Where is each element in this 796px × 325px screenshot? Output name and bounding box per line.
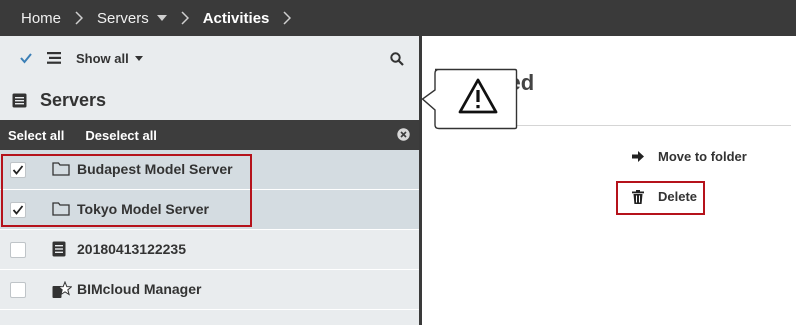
move-to-folder-button[interactable]: Move to folder: [632, 149, 747, 164]
breadcrumb-home[interactable]: Home: [21, 10, 61, 27]
selection-bar: Select all Deselect all: [0, 120, 419, 150]
row-label: BIMcloud Manager: [77, 281, 202, 297]
panel-title: Servers: [0, 80, 419, 120]
caret-down-icon[interactable]: [156, 15, 167, 21]
row-checkbox[interactable]: [10, 242, 26, 258]
check-icon[interactable]: [19, 51, 33, 65]
search-icon[interactable]: [390, 52, 404, 66]
list-filter-icon[interactable]: [47, 52, 61, 64]
manager-icon: [52, 281, 72, 299]
breadcrumb-bar: Home Servers Activities: [0, 0, 796, 36]
list-item[interactable]: BIMcloud Manager: [0, 270, 419, 310]
list-toolbar: Show all: [0, 36, 419, 80]
breadcrumb-activities[interactable]: Activities: [203, 10, 270, 27]
delete-highlight: [616, 181, 705, 215]
server-list-icon: [12, 93, 27, 108]
row-label: 20180413122235: [77, 241, 187, 257]
panel-title-label: Servers: [40, 89, 107, 110]
show-all-label: Show all: [76, 50, 129, 66]
deselect-all-button[interactable]: Deselect all: [85, 128, 157, 143]
warning-callout: [421, 67, 519, 131]
breadcrumb-servers[interactable]: Servers: [97, 10, 167, 27]
breadcrumb-home-label[interactable]: Home: [21, 10, 61, 27]
chevron-right-icon: [75, 11, 84, 25]
show-all-dropdown[interactable]: Show all: [76, 51, 143, 66]
breadcrumb-servers-label[interactable]: Servers: [97, 10, 149, 27]
chevron-right-icon: [283, 11, 292, 25]
clear-selection-icon[interactable]: [397, 128, 410, 141]
arrow-right-icon: [632, 151, 658, 162]
selected-servers-highlight: [1, 154, 252, 227]
list-item[interactable]: 20180413122235: [0, 230, 419, 270]
move-to-folder-label: Move to folder: [658, 149, 747, 164]
server-icon: [52, 241, 66, 257]
row-checkbox[interactable]: [10, 282, 26, 298]
warning-icon: [458, 78, 498, 114]
caret-down-icon: [134, 55, 143, 61]
select-all-button[interactable]: Select all: [8, 128, 64, 143]
chevron-right-icon: [181, 11, 189, 25]
breadcrumb-activities-label[interactable]: Activities: [203, 10, 270, 27]
